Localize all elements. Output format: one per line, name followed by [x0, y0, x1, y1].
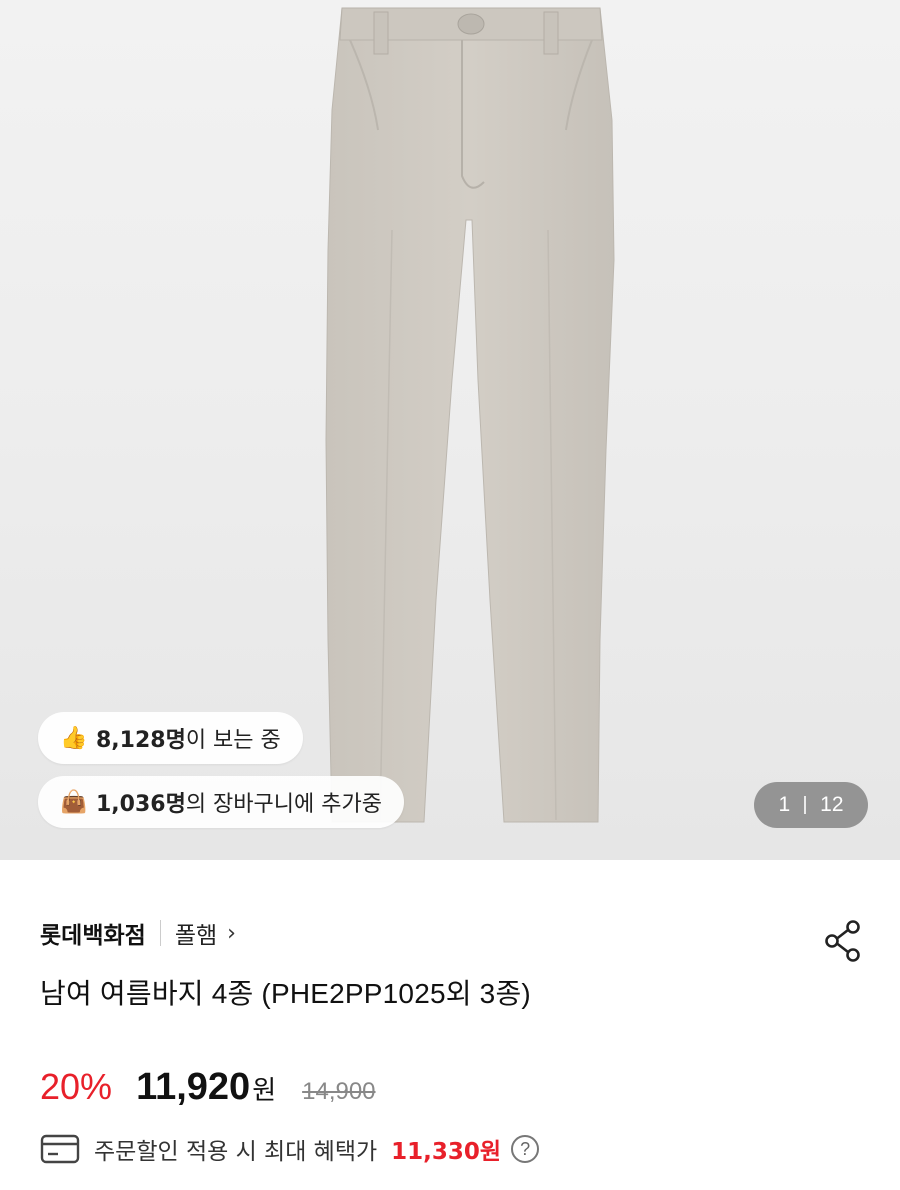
image-counter: 1 12 [754, 782, 868, 828]
store-breadcrumb[interactable]: 롯데백화점 폴햄 › [40, 916, 236, 950]
viewers-suffix: 이 보는 중 [185, 728, 281, 753]
max-benefit-row: 주문할인 적용 시 최대 혜택가 11,330원 ? [40, 1132, 540, 1166]
store-name[interactable]: 롯데백화점 [40, 916, 146, 950]
sale-price: 11,920 [136, 1066, 251, 1108]
price-row: 20% 11,920 원 14,900 [40, 1066, 376, 1109]
price-unit: 원 [252, 1075, 277, 1105]
help-icon[interactable]: ? [511, 1135, 540, 1163]
chevron-right-icon: › [227, 920, 236, 946]
product-image-carousel[interactable]: 👍 8,128명 이 보는 중 👜 1,036명 의 장바구니에 추가중 1 1… [0, 0, 900, 860]
viewers-badge: 👍 8,128명 이 보는 중 [38, 712, 303, 764]
cart-suffix: 의 장바구니에 추가중 [185, 792, 382, 817]
cart-count: 1,036명 [96, 792, 186, 817]
store-divider [159, 920, 161, 946]
viewers-count: 8,128명 [96, 728, 186, 753]
product-info: 롯데백화점 폴햄 › 남여 여름바지 4종 (PHE2PP1025외 3종) 2… [0, 860, 900, 1190]
card-icon [40, 1134, 80, 1164]
share-icon[interactable] [824, 920, 862, 962]
benefit-amount: 11,330원 [391, 1139, 502, 1165]
thumbs-up-icon: 👍 [60, 725, 88, 751]
benefit-text: 주문할인 적용 시 최대 혜택가 [94, 1139, 378, 1165]
original-price: 14,900 [302, 1078, 376, 1105]
brand-link[interactable]: 폴햄 [175, 916, 217, 950]
discount-rate: 20% [40, 1066, 113, 1107]
image-counter-current: 1 [778, 793, 791, 816]
cart-badge: 👜 1,036명 의 장바구니에 추가중 [38, 776, 404, 828]
image-counter-total: 12 [820, 793, 844, 816]
counter-divider [804, 796, 807, 814]
shopping-bag-icon: 👜 [60, 789, 88, 815]
product-title: 남여 여름바지 4종 (PHE2PP1025외 3종) [40, 978, 531, 1009]
